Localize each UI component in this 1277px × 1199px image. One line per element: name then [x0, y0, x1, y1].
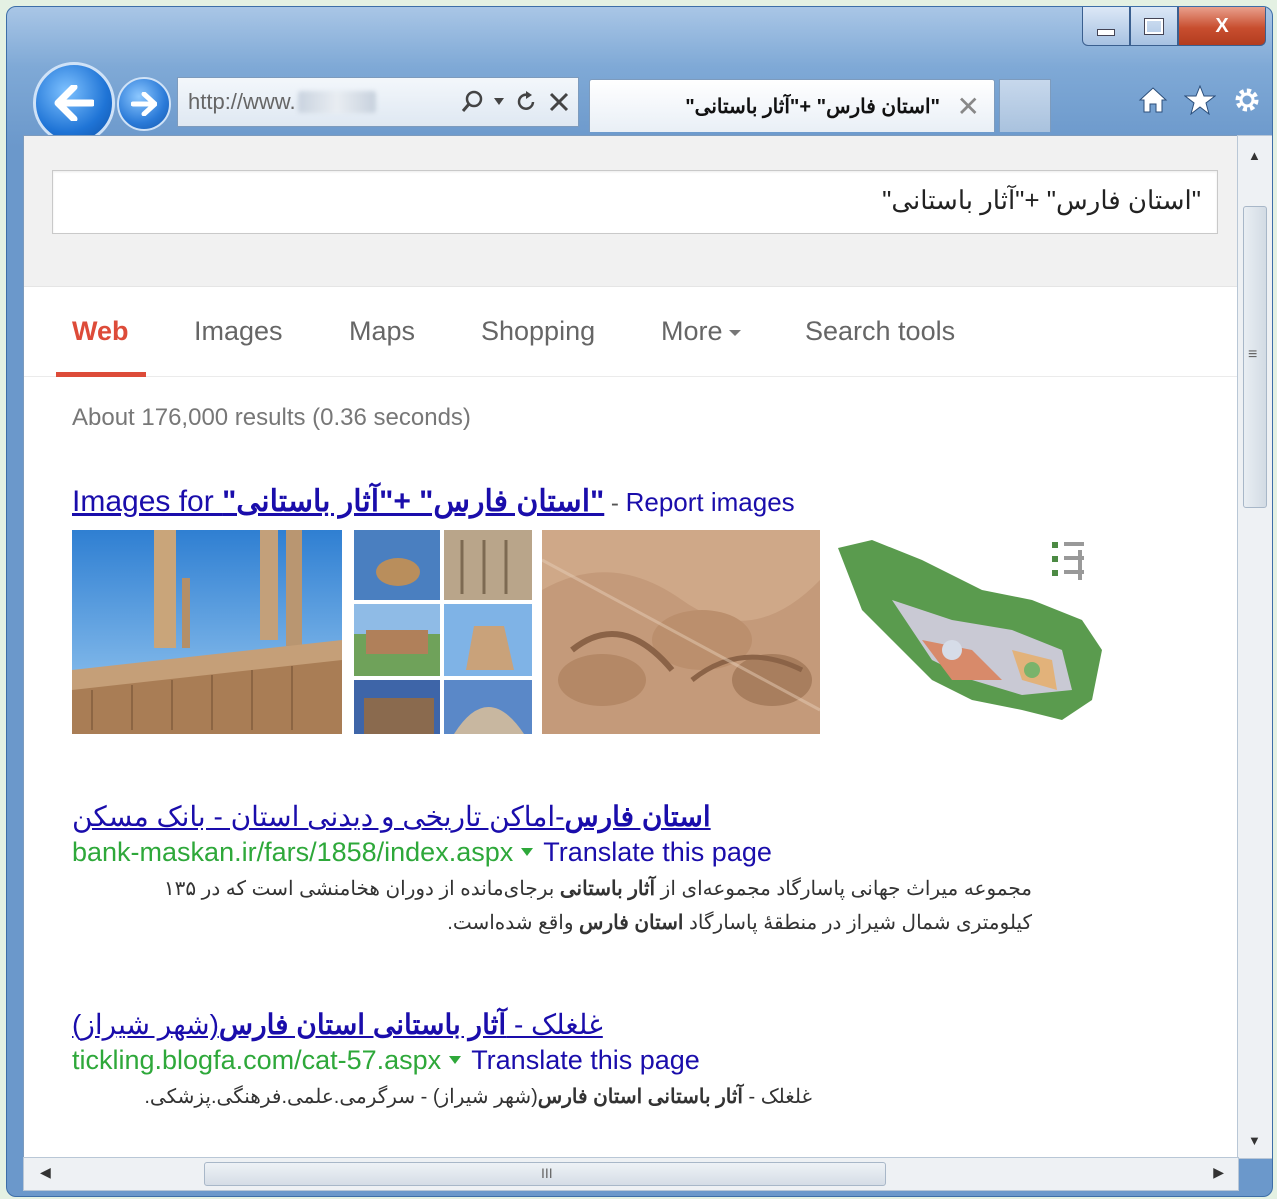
refresh-icon[interactable] [514, 90, 538, 114]
tab-active[interactable]: "استان فارس" +"آثار باستانی" ✕ [589, 79, 995, 132]
search-nav: Web Images Maps Shopping More Search too… [24, 286, 1238, 377]
snippet-bold: استان فارس [579, 912, 684, 934]
settings-gear-icon[interactable] [1232, 85, 1262, 115]
horizontal-scrollbar[interactable]: ◀ III ▶ [23, 1157, 1239, 1191]
result-snippet: مجموعه میراث جهانی پاسارگاد مجموعه‌ای از… [72, 872, 1032, 940]
images-for-query: "استان فارس" +"آثار باستانی" [222, 485, 605, 518]
back-button[interactable] [33, 62, 115, 144]
image-thumbnail[interactable] [832, 530, 1112, 734]
result-title-bold: آثار باستانی استان فارس [218, 1009, 507, 1040]
scroll-up-icon[interactable]: ▲ [1248, 148, 1261, 163]
result-stats: About 176,000 results (0.36 seconds) [72, 404, 471, 431]
result-title-bold: استان فارس [564, 801, 711, 832]
tab-images[interactable]: Images [194, 316, 283, 347]
snippet-line: کیلومتری شمال شیراز در منطقهٔ پاسارگاد ا… [72, 906, 1032, 940]
separator: - [604, 490, 626, 517]
tab-shopping[interactable]: Shopping [481, 316, 595, 347]
browser-window: X http://www. "استان فارس" +"آثار باستان… [6, 6, 1273, 1197]
search-result: غلغلک - آثار باستانی استان فارس(شهر شیرا… [72, 1008, 812, 1114]
scroll-grip-icon: III [541, 1165, 553, 1181]
search-icon[interactable] [460, 90, 484, 114]
result-snippet: غلغلک - آثار باستانی استان فارس(شهر شیرا… [72, 1080, 812, 1114]
tab-maps[interactable]: Maps [349, 316, 415, 347]
search-tools-button[interactable]: Search tools [805, 316, 955, 347]
snippet-text: واقع شده‌است. [447, 912, 580, 934]
result-title-prefix: غلغلک - [506, 1009, 603, 1040]
chevron-down-icon[interactable] [521, 848, 534, 857]
maximize-icon [1144, 17, 1164, 35]
report-images-link[interactable]: Report images [626, 487, 795, 517]
search-input[interactable]: "استان فارس" +"آثار باستانی" [52, 170, 1218, 234]
address-bar[interactable]: http://www. [177, 77, 579, 127]
snippet-bold: آثار باستانی [559, 878, 656, 900]
forward-button[interactable] [117, 77, 171, 131]
scroll-grip-icon: ≡ [1248, 346, 1258, 363]
scroll-down-icon[interactable]: ▼ [1248, 1133, 1261, 1148]
toolbar-icons [1138, 85, 1262, 115]
result-title-link[interactable]: غلغلک - آثار باستانی استان فارس(شهر شیرا… [72, 1008, 812, 1041]
home-icon[interactable] [1138, 85, 1168, 115]
active-tab-underline [56, 372, 146, 377]
result-title-rest: -اماکن تاریخی و دیدنی استان - بانک مسکن [72, 801, 565, 832]
tab-more-label: More [661, 316, 723, 346]
result-url-line: tickling.blogfa.com/cat-57.aspx Translate… [72, 1045, 812, 1076]
snippet-text: برجای‌مانده از دوران هخامنشی است که در ۱… [163, 878, 560, 900]
scroll-right-icon[interactable]: ▶ [1213, 1164, 1224, 1181]
result-url-line: bank-maskan.ir/fars/1858/index.aspx Trans… [72, 837, 1032, 868]
images-for-prefix: Images for [72, 485, 223, 518]
image-thumbnail[interactable] [542, 530, 820, 734]
dropdown-icon[interactable] [494, 98, 504, 106]
blurred-url-part [297, 91, 376, 113]
search-query: "استان فارس" +"آثار باستانی" [882, 185, 1201, 215]
chevron-down-icon[interactable] [449, 1056, 462, 1065]
translate-link[interactable]: Translate this page [471, 1045, 700, 1075]
maximize-button[interactable] [1130, 7, 1178, 46]
new-tab-button[interactable] [999, 79, 1051, 132]
minimize-icon [1097, 28, 1115, 36]
tab-title: "استان فارس" +"آثار باستانی" [685, 96, 940, 118]
stop-icon[interactable] [548, 91, 570, 113]
images-header: Images for "استان فارس" +"آثار باستانی" … [72, 484, 795, 519]
tab-web[interactable]: Web [72, 316, 129, 347]
forward-arrow-icon [131, 92, 157, 116]
chevron-down-icon [728, 329, 741, 336]
scroll-left-icon[interactable]: ◀ [40, 1164, 51, 1181]
search-header: "استان فارس" +"آثار باستانی" [24, 136, 1238, 287]
close-window-button[interactable]: X [1178, 7, 1266, 46]
snippet-text: کیلومتری شمال شیراز در منطقهٔ پاسارگاد [683, 912, 1032, 934]
snippet-text: غلغلک - [742, 1086, 812, 1108]
image-thumbnail[interactable] [72, 530, 342, 734]
search-result: استان فارس-اماکن تاریخی و دیدنی استان - … [72, 800, 1032, 940]
snippet-line: مجموعه میراث جهانی پاسارگاد مجموعه‌ای از… [72, 872, 1032, 906]
result-title-link[interactable]: استان فارس-اماکن تاریخی و دیدنی استان - … [72, 800, 1032, 833]
favorites-star-icon[interactable] [1184, 85, 1216, 115]
snippet-bold: آثار باستانی استان فارس [537, 1086, 743, 1108]
back-arrow-icon [54, 85, 94, 121]
images-for-link[interactable]: Images for "استان فارس" +"آثار باستانی" [72, 485, 604, 518]
vertical-scrollbar[interactable]: ▲ ≡ ▼ [1237, 135, 1272, 1159]
address-url: http://www. [188, 89, 296, 114]
tab-close-icon[interactable]: ✕ [957, 90, 980, 123]
image-thumbnail[interactable] [354, 530, 532, 734]
result-title-rest: (شهر شیراز) [72, 1009, 219, 1040]
result-url: bank-maskan.ir/fars/1858/index.aspx [72, 837, 514, 867]
translate-link[interactable]: Translate this page [543, 837, 772, 867]
minimize-button[interactable] [1082, 7, 1130, 46]
tab-more[interactable]: More [661, 316, 741, 347]
snippet-text: (شهر شیراز) - سرگرمی.علمی.فرهنگی.پزشکی. [144, 1086, 538, 1108]
page-content: "استان فارس" +"آثار باستانی" Web Images … [23, 135, 1239, 1159]
snippet-text: مجموعه میراث جهانی پاسارگاد مجموعه‌ای از [655, 878, 1032, 900]
window-controls: X [1082, 7, 1266, 51]
result-url: tickling.blogfa.com/cat-57.aspx [72, 1045, 442, 1075]
scroll-thumb[interactable]: III [204, 1162, 886, 1186]
